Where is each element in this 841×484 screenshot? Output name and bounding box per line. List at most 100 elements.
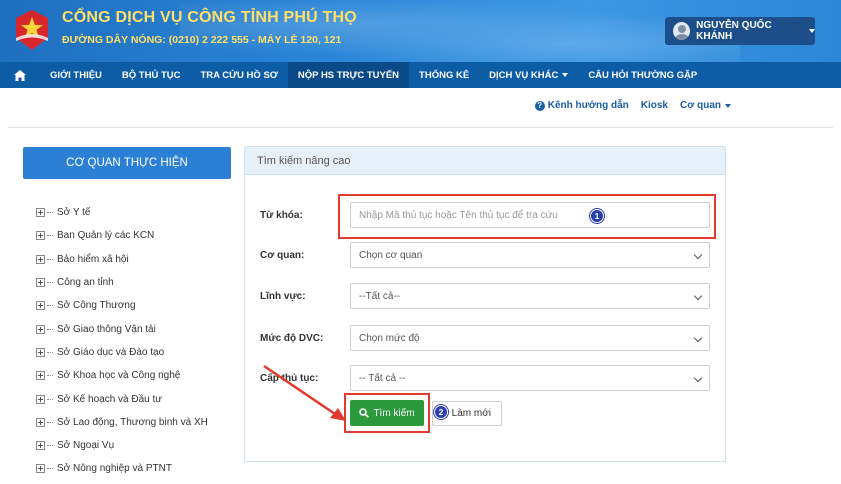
tree-connector [47,258,53,260]
sidebar-title: CƠ QUAN THỰC HIỆN [23,147,231,179]
secondary-links: ? Kênh hướng dẫn Kiosk Cơ quan [534,100,731,111]
step-badge-1: 1 [590,209,604,223]
chevron-down-icon [693,250,703,260]
expand-icon[interactable] [36,394,45,404]
tree-item-label: Sở Khoa học và Công nghệ [57,370,181,382]
nav-item-bo-thu-tuc[interactable]: BỘ THỦ TỤC [112,62,191,88]
tree-item[interactable]: Sở Giao thông Vận tải [36,317,208,340]
search-icon [359,408,370,418]
tree-connector [47,398,53,400]
hotline-text: ĐƯỜNG DÂY NÓNG: (0210) 2 222 555 - MÁY L… [62,34,342,46]
nav-label: THỐNG KÊ [419,69,470,81]
grade-select-value: -- Tất cả -- [359,372,406,384]
chevron-down-icon [693,373,703,383]
expand-icon[interactable] [36,417,45,427]
tree-item-label: Sở Y tế [57,207,91,219]
site-header: CỔNG DỊCH VỤ CÔNG TỈNH PHÚ THỌ ĐƯỜNG DÂY… [0,0,841,62]
search-button[interactable]: Tìm kiếm [350,400,424,426]
keyword-label: Từ khóa: [260,209,303,221]
site-logo-icon[interactable] [12,8,52,52]
expand-icon[interactable] [36,231,45,241]
grade-select[interactable]: -- Tất cả -- [350,365,710,391]
expand-icon[interactable] [36,324,45,334]
level-select[interactable]: Chọn mức độ [350,325,710,351]
expand-icon[interactable] [36,464,45,474]
tree-connector [47,445,53,447]
guide-link[interactable]: ? Kênh hướng dẫn [534,100,629,111]
tree-item-label: Sở Ngoại Vụ [57,440,115,452]
agency-dropdown-label: Cơ quan [680,100,721,111]
nav-label: TRA CỨU HỒ SƠ [200,69,278,81]
nav-item-cau-hoi[interactable]: CÂU HỎI THƯỜNG GẶP [578,62,707,88]
nav-item-gioi-thieu[interactable]: GIỚI THIỆU [40,62,112,88]
kiosk-link-label: Kiosk [640,100,668,111]
tree-item[interactable]: Sở Khoa học và Công nghệ [36,364,208,387]
tree-item[interactable]: Sở Nông nghiệp và PTNT [36,457,208,480]
nav-item-nop-hs-truc-tuyen[interactable]: NỘP HS TRỰC TUYẾN [287,62,410,88]
tree-item[interactable]: Công an tỉnh [36,271,208,294]
step-badge-2: 2 [434,405,448,419]
field-label: Lĩnh vực: [260,290,306,302]
tree-connector [47,328,53,330]
user-menu-button[interactable]: NGUYỄN QUỐC KHÁNH [665,17,815,45]
reset-button-label: Làm mới [451,408,491,419]
nav-item-thong-ke[interactable]: THỐNG KÊ [409,62,479,88]
tree-item-label: Sở Giáo dục và Đào tạo [57,346,165,358]
nav-label: CÂU HỎI THƯỜNG GẶP [588,69,698,81]
chevron-down-icon [725,103,731,108]
agency-label: Cơ quan: [260,249,305,261]
expand-icon[interactable] [36,301,45,311]
tree-item[interactable]: Sở Ngoại Vụ [36,434,208,457]
agency-row: Cơ quan: Chọn cơ quan [260,242,710,268]
nav-item-tra-cuu-ho-so[interactable]: TRA CỨU HỒ SƠ [191,62,288,88]
chevron-down-icon [693,291,703,301]
tree-connector [47,235,53,237]
tree-item-label: Sở Giao thông Vận tải [57,323,156,335]
tree-item[interactable]: Bảo hiểm xã hội [36,248,208,271]
tree-connector [47,351,53,353]
question-icon: ? [534,100,545,111]
tree-item-label: Sở Lao động, Thương binh và XH [57,416,208,428]
expand-icon[interactable] [36,441,45,451]
tree-item[interactable]: Sở Y tế [36,201,208,224]
nav-label: NỘP HS TRỰC TUYẾN [297,69,400,81]
agency-select[interactable]: Chọn cơ quan [350,242,710,268]
tree-item[interactable]: Ban Quản lý các KCN [36,224,208,247]
nav-item-dich-vu-khac[interactable]: DỊCH VỤ KHÁC [479,62,578,88]
nav-label: DỊCH VỤ KHÁC [489,69,559,81]
tree-item-label: Sở Nông nghiệp và PTNT [57,463,172,475]
tree-connector [47,375,53,377]
tree-connector [47,282,53,284]
field-row: Lĩnh vực: --Tất cả-- [260,283,710,309]
expand-icon[interactable] [36,254,45,264]
chevron-down-icon [693,333,703,343]
avatar-icon [673,22,691,40]
agency-select-value: Chọn cơ quan [359,249,423,261]
tree-item-label: Sở Công Thương [57,300,136,312]
keyword-highlight-box [338,194,716,239]
tree-item-label: Công an tỉnh [57,277,114,289]
field-select-value: --Tất cả-- [359,290,401,302]
expand-icon[interactable] [36,208,45,218]
agency-dropdown[interactable]: Cơ quan [680,100,731,111]
field-select[interactable]: --Tất cả-- [350,283,710,309]
home-icon[interactable] [0,62,40,88]
tree-item[interactable]: Sở Giáo dục và Đào tạo [36,341,208,364]
tree-item[interactable]: Sở Kế hoạch và Đầu tư [36,387,208,410]
expand-icon[interactable] [36,278,45,288]
chevron-down-icon [562,73,569,77]
search-button-label: Tìm kiếm [373,407,415,419]
tree-item-label: Ban Quản lý các KCN [57,230,155,242]
panel-title: Tìm kiếm nâng cao [245,147,725,175]
level-select-value: Chọn mức độ [359,332,420,344]
expand-icon[interactable] [36,371,45,381]
tree-connector [47,305,53,307]
guide-link-label: Kênh hướng dẫn [547,100,629,111]
nav-label: GIỚI THIỆU [50,69,102,81]
nav-label: BỘ THỦ TỤC [121,69,181,81]
expand-icon[interactable] [36,347,45,357]
tree-item[interactable]: Sở Lao động, Thương binh và XH [36,411,208,434]
kiosk-link[interactable]: Kiosk [641,100,668,111]
tree-item-label: Sở Kế hoạch và Đầu tư [57,393,162,405]
tree-item[interactable]: Sở Công Thương [36,294,208,317]
